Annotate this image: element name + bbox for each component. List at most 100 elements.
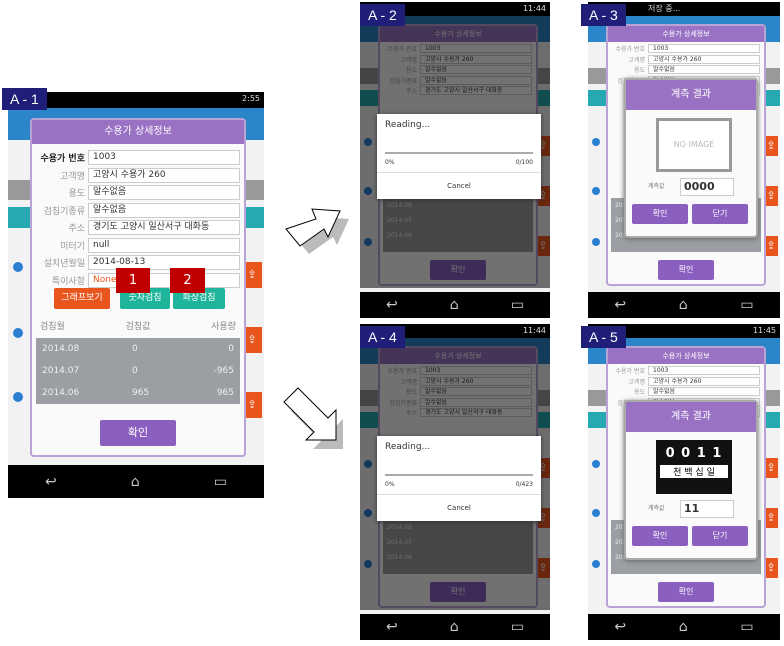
field-row: 고객명 고양시 수용가 260 <box>608 54 764 64</box>
graph-button[interactable]: 그래프보기 <box>54 288 110 309</box>
upload-icon[interactable]: ⇪ <box>764 458 778 478</box>
reading-title: Reading... <box>385 120 431 130</box>
field-value[interactable]: 2014-08-13 <box>88 255 240 270</box>
upload-icon[interactable]: ⇪ <box>764 236 778 256</box>
field-value[interactable]: 고양시 수용가 260 <box>88 167 240 183</box>
list-dot-icon <box>13 392 23 402</box>
recents-icon[interactable]: ▭ <box>511 297 524 313</box>
value-input[interactable]: 0000 <box>680 178 734 196</box>
field-label: 수용가 번호 <box>40 154 85 164</box>
label-a3: A - 3 <box>581 4 626 26</box>
field-label: 특이사항 <box>51 276 85 287</box>
nav-bar: ↩ ⌂ ▭ <box>588 614 780 640</box>
progress-bar <box>385 474 533 476</box>
progress-percent: 0% <box>385 481 395 488</box>
label-a4: A - 4 <box>360 326 405 348</box>
field-row: 미터기 null <box>32 237 244 253</box>
back-icon[interactable]: ↩ <box>45 474 57 490</box>
step-badge-2: 2 <box>170 268 205 293</box>
list-dot-icon <box>592 238 600 246</box>
field-label: 검침기종류 <box>43 206 85 217</box>
result-title: 계측 결과 <box>626 80 756 110</box>
dialog-title: 수용가 상세정보 <box>608 348 764 364</box>
field-value[interactable]: null <box>88 237 240 253</box>
table-row: 2014.06 965 965 <box>42 388 234 398</box>
field-value[interactable]: 알수없음 <box>88 185 240 200</box>
reading-dialog: Reading... 0% 0/100 Cancel <box>377 114 541 199</box>
ok-button[interactable]: 확인 <box>100 420 176 446</box>
screen-a3: 저장 중... ⇪ ⇪ ⇪ 수용가 상세정보 수용가 번호 1003 고객명 고… <box>588 2 780 318</box>
field-row: 용도 알수없음 <box>608 387 764 396</box>
field-row: 고객명 고양시 수용가 260 <box>608 376 764 386</box>
home-icon[interactable]: ⌂ <box>679 297 688 313</box>
back-icon[interactable]: ↩ <box>614 619 626 635</box>
home-icon[interactable]: ⌂ <box>679 619 688 635</box>
col-usage: 사용량 <box>211 321 236 332</box>
field-value[interactable]: 알수없음 <box>88 202 240 218</box>
field-label: 고객명 <box>60 171 85 182</box>
field-label: 용도 <box>68 189 85 199</box>
nav-bar: ↩ ⌂ ▭ <box>8 465 264 498</box>
list-dot-icon <box>592 560 600 568</box>
upload-icon[interactable]: ⇪ <box>764 558 778 578</box>
home-icon[interactable]: ⌂ <box>450 297 459 313</box>
progress-percent: 0% <box>385 159 395 166</box>
value-label: 계측값 <box>648 183 665 190</box>
list-dot-icon <box>592 187 600 195</box>
upload-icon[interactable]: ⇪ <box>764 186 778 206</box>
list-dot-icon <box>592 509 600 517</box>
home-icon[interactable]: ⌂ <box>131 474 140 490</box>
table-header: 검침월 검침값 사용량 <box>36 314 240 336</box>
back-icon[interactable]: ↩ <box>386 297 398 313</box>
progress-count: 0/100 <box>515 159 533 166</box>
dialog-title: 수용가 상세정보 <box>32 120 244 144</box>
label-a1: A - 1 <box>2 88 47 110</box>
field-label: 주소 <box>68 224 85 234</box>
ok-button[interactable]: 확인 <box>658 260 714 280</box>
field-row: 고객명 고양시 수용가 260 <box>32 167 244 183</box>
recents-icon[interactable]: ▭ <box>740 619 753 635</box>
screen-a2: 11:44 ⇪ ⇪ ⇪ 수용가 상세정보 수용가 번호 1003 고객명 고양시… <box>360 2 550 318</box>
recents-icon[interactable]: ▭ <box>740 297 753 313</box>
field-value[interactable]: 1003 <box>88 150 240 165</box>
result-dialog: 계측 결과 0 0 1 1 천 백 십 일 계측값 11 확인 닫기 <box>624 400 758 560</box>
field-label: 설치년월일 <box>43 259 85 269</box>
meter-image: 0 0 1 1 천 백 십 일 <box>656 440 732 494</box>
screen-a4: 11:44 ⇪ ⇪ ⇪ 수용가 상세정보 수용가 번호 1003 고객명 고양시… <box>360 324 550 640</box>
upload-icon[interactable]: ⇪ <box>764 508 778 528</box>
ok-button[interactable]: 확인 <box>632 526 688 546</box>
list-dot-icon <box>13 328 23 338</box>
close-button[interactable]: 닫기 <box>692 204 748 224</box>
field-row: 검침기종류 알수없음 <box>32 202 244 218</box>
ok-button[interactable]: 확인 <box>632 204 688 224</box>
reading-table: 2014.08 0 0 2014.07 0 -965 2014.06 965 965 <box>36 338 240 404</box>
label-a2: A - 2 <box>360 4 405 26</box>
field-row: 주소 경기도 고양시 일산서구 대화동 <box>32 220 244 235</box>
cancel-button[interactable]: Cancel <box>377 172 541 199</box>
col-value: 검침값 <box>125 321 151 332</box>
list-dot-icon <box>592 460 600 468</box>
list-dot-icon <box>13 262 23 272</box>
back-icon[interactable]: ↩ <box>386 619 398 635</box>
home-icon[interactable]: ⌂ <box>450 619 459 635</box>
reading-dialog: Reading... 0% 0/423 Cancel <box>377 436 541 521</box>
no-image-placeholder: NO IMAGE <box>656 118 732 172</box>
close-button[interactable]: 닫기 <box>692 526 748 546</box>
field-row: 수용가 번호 1003 <box>608 44 764 53</box>
progress-bar <box>385 152 533 154</box>
list-dot-icon <box>592 138 600 146</box>
field-row: 수용가 번호 1003 <box>608 366 764 375</box>
recents-icon[interactable]: ▭ <box>214 474 227 490</box>
upload-icon[interactable]: ⇪ <box>764 136 778 156</box>
result-title: 계측 결과 <box>626 402 756 432</box>
ok-button[interactable]: 확인 <box>658 582 714 602</box>
value-input[interactable]: 11 <box>680 500 734 518</box>
field-value[interactable]: None <box>88 272 240 288</box>
step-badge-1: 1 <box>116 268 150 293</box>
back-icon[interactable]: ↩ <box>614 297 626 313</box>
field-value[interactable]: 경기도 고양시 일산서구 대화동 <box>88 220 240 235</box>
cancel-button[interactable]: Cancel <box>377 494 541 521</box>
screen-a5: 11:45 ⇪ ⇪ ⇪ 수용가 상세정보 수용가 번호 1003 고객명 고양시… <box>588 324 780 640</box>
result-dialog: 계측 결과 NO IMAGE 계측값 0000 확인 닫기 <box>624 78 758 238</box>
recents-icon[interactable]: ▭ <box>511 619 524 635</box>
